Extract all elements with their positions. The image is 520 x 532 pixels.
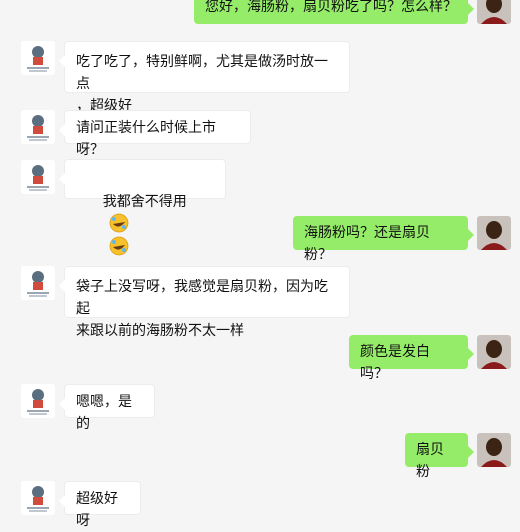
user-avatar[interactable] — [477, 0, 511, 24]
chat-window: 您好，海肠粉，扇贝粉吃了吗？怎么样？ 吃了吃了，特别鲜啊，尤其是做汤时放一点 ，… — [0, 0, 520, 529]
user-avatar[interactable] — [477, 335, 511, 369]
message-text: 我都舍不得用 — [102, 194, 187, 210]
message-bubble[interactable]: 您好，海肠粉，扇贝粉吃了吗？怎么样？ — [194, 0, 474, 24]
laughing-tears-emoji-icon — [109, 213, 129, 233]
contact-avatar[interactable] — [21, 110, 55, 144]
contact-avatar[interactable] — [21, 266, 55, 300]
contact-avatar[interactable] — [21, 41, 55, 75]
message-bubble[interactable]: 请问正装什么时候上市呀？ — [59, 110, 251, 158]
message-bubble[interactable]: 我都舍不得用 — [59, 159, 226, 256]
contact-avatar[interactable] — [21, 160, 55, 194]
message-bubble[interactable]: 超级好呀 — [59, 481, 141, 529]
message-bubble[interactable]: 吃了吃了，特别鲜啊，尤其是做汤时放一点 ，超级好 — [59, 41, 350, 114]
contact-avatar[interactable] — [21, 481, 55, 515]
message-bubble[interactable]: 扇贝粉 — [405, 433, 474, 480]
user-avatar[interactable] — [477, 433, 511, 467]
message-bubble[interactable]: 袋子上没写呀，我感觉是扇贝粉，因为吃起 来跟以前的海肠粉不太一样 — [59, 266, 350, 339]
user-avatar[interactable] — [477, 216, 511, 250]
message-bubble[interactable]: 海肠粉吗？还是扇贝粉？ — [293, 216, 474, 263]
message-bubble[interactable]: 嗯嗯，是的 — [59, 384, 155, 432]
contact-avatar[interactable] — [21, 384, 55, 418]
message-bubble[interactable]: 颜色是发白吗？ — [349, 335, 474, 382]
laughing-tears-emoji-icon — [109, 236, 129, 256]
